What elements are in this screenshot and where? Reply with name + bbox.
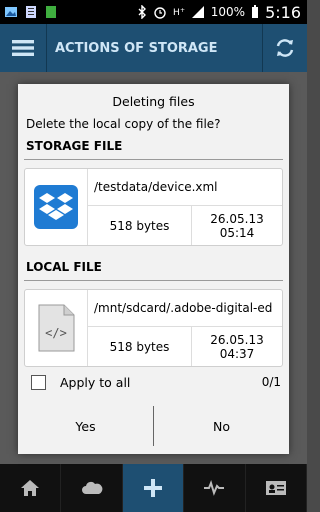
local-file-datetime: 26.05.13 04:37: [192, 327, 282, 366]
clock: 5:16: [265, 2, 301, 22]
nav-contacts-button[interactable]: [246, 464, 308, 512]
storage-file-icon-box: [25, 169, 88, 245]
nav-cloud-button[interactable]: [61, 464, 123, 512]
nav-activity-button[interactable]: [184, 464, 246, 512]
local-file-date: 26.05.13: [210, 332, 264, 347]
alarm-icon: [154, 7, 166, 19]
battery-percent: 100%: [210, 5, 246, 19]
plus-icon: [144, 479, 163, 497]
code-file-icon: </>: [38, 304, 75, 352]
storage-file-card: /testdata/device.xml 518 bytes 26.05.13 …: [24, 168, 283, 246]
bottom-nav: [0, 464, 308, 512]
refresh-button[interactable]: [262, 24, 307, 72]
local-file-path: /mnt/sdcard/.adobe-digital-ed: [88, 290, 282, 327]
apply-to-all-checkbox[interactable]: [31, 374, 46, 390]
data-hplus-icon: H +: [173, 7, 185, 18]
storage-file-path: /testdata/device.xml: [88, 169, 282, 206]
svg-text:</>: </>: [45, 326, 67, 340]
signal-icon: [191, 6, 204, 18]
local-file-card: </> /mnt/sdcard/.adobe-digital-ed 518 by…: [24, 289, 283, 367]
nav-add-button[interactable]: [122, 464, 185, 512]
refresh-icon: [276, 39, 294, 57]
storage-divider: [24, 159, 283, 160]
apply-to-all-row: Apply to all 0/1: [18, 370, 289, 394]
nav-home-button[interactable]: [0, 464, 62, 512]
battery-icon: [252, 5, 259, 18]
local-file-size: 518 bytes: [88, 327, 192, 366]
activity-icon: [204, 479, 225, 496]
action-bar: ACTIONS OF STORAGE: [0, 24, 307, 72]
status-bar-system: H + 100% 5:16: [137, 3, 307, 22]
local-section-title: LOCAL FILE: [26, 260, 102, 274]
local-file-time: 04:37: [219, 346, 255, 361]
storage-file-info: /testdata/device.xml 518 bytes 26.05.13 …: [88, 169, 282, 245]
svg-text:+: +: [180, 7, 185, 14]
no-button[interactable]: No: [154, 406, 289, 446]
svg-text:H: H: [173, 8, 180, 18]
bluetooth-icon: [138, 5, 146, 19]
picture-notification-icon: [5, 7, 17, 17]
home-icon: [21, 480, 40, 496]
dialog-message: Delete the local copy of the file?: [26, 117, 221, 131]
local-divider: [24, 280, 283, 281]
dropbox-icon: [34, 185, 78, 229]
local-file-icon-box: </>: [25, 290, 88, 366]
storage-file-time: 05:14: [219, 225, 255, 240]
status-bar: H + 100% 5:16: [0, 0, 307, 24]
contact-card-icon: [265, 481, 286, 495]
storage-file-date: 26.05.13: [210, 211, 264, 226]
menu-button[interactable]: [0, 24, 47, 72]
cloud-icon: [81, 481, 102, 494]
menu-icon: [12, 40, 34, 56]
file-counter: 0/1: [261, 375, 281, 389]
dialog-buttons: Yes No: [18, 406, 289, 446]
storage-file-size: 518 bytes: [88, 206, 192, 245]
yes-button[interactable]: Yes: [18, 406, 154, 446]
status-bar-notifications: [0, 5, 58, 19]
local-file-meta: 518 bytes 26.05.13 04:37: [88, 327, 282, 366]
local-file-info: /mnt/sdcard/.adobe-digital-ed 518 bytes …: [88, 290, 282, 366]
storage-file-datetime: 26.05.13 05:14: [192, 206, 282, 245]
apply-to-all-label[interactable]: Apply to all: [60, 375, 130, 390]
document-notification-icon: [26, 6, 36, 18]
dialog-title: Deleting files: [112, 94, 195, 109]
delete-dialog: Deleting files Delete the local copy of …: [18, 84, 289, 454]
page-title: ACTIONS OF STORAGE: [55, 40, 218, 56]
storage-file-meta: 518 bytes 26.05.13 05:14: [88, 206, 282, 245]
green-app-notification-icon: [46, 6, 56, 18]
storage-section-title: STORAGE FILE: [26, 139, 123, 153]
